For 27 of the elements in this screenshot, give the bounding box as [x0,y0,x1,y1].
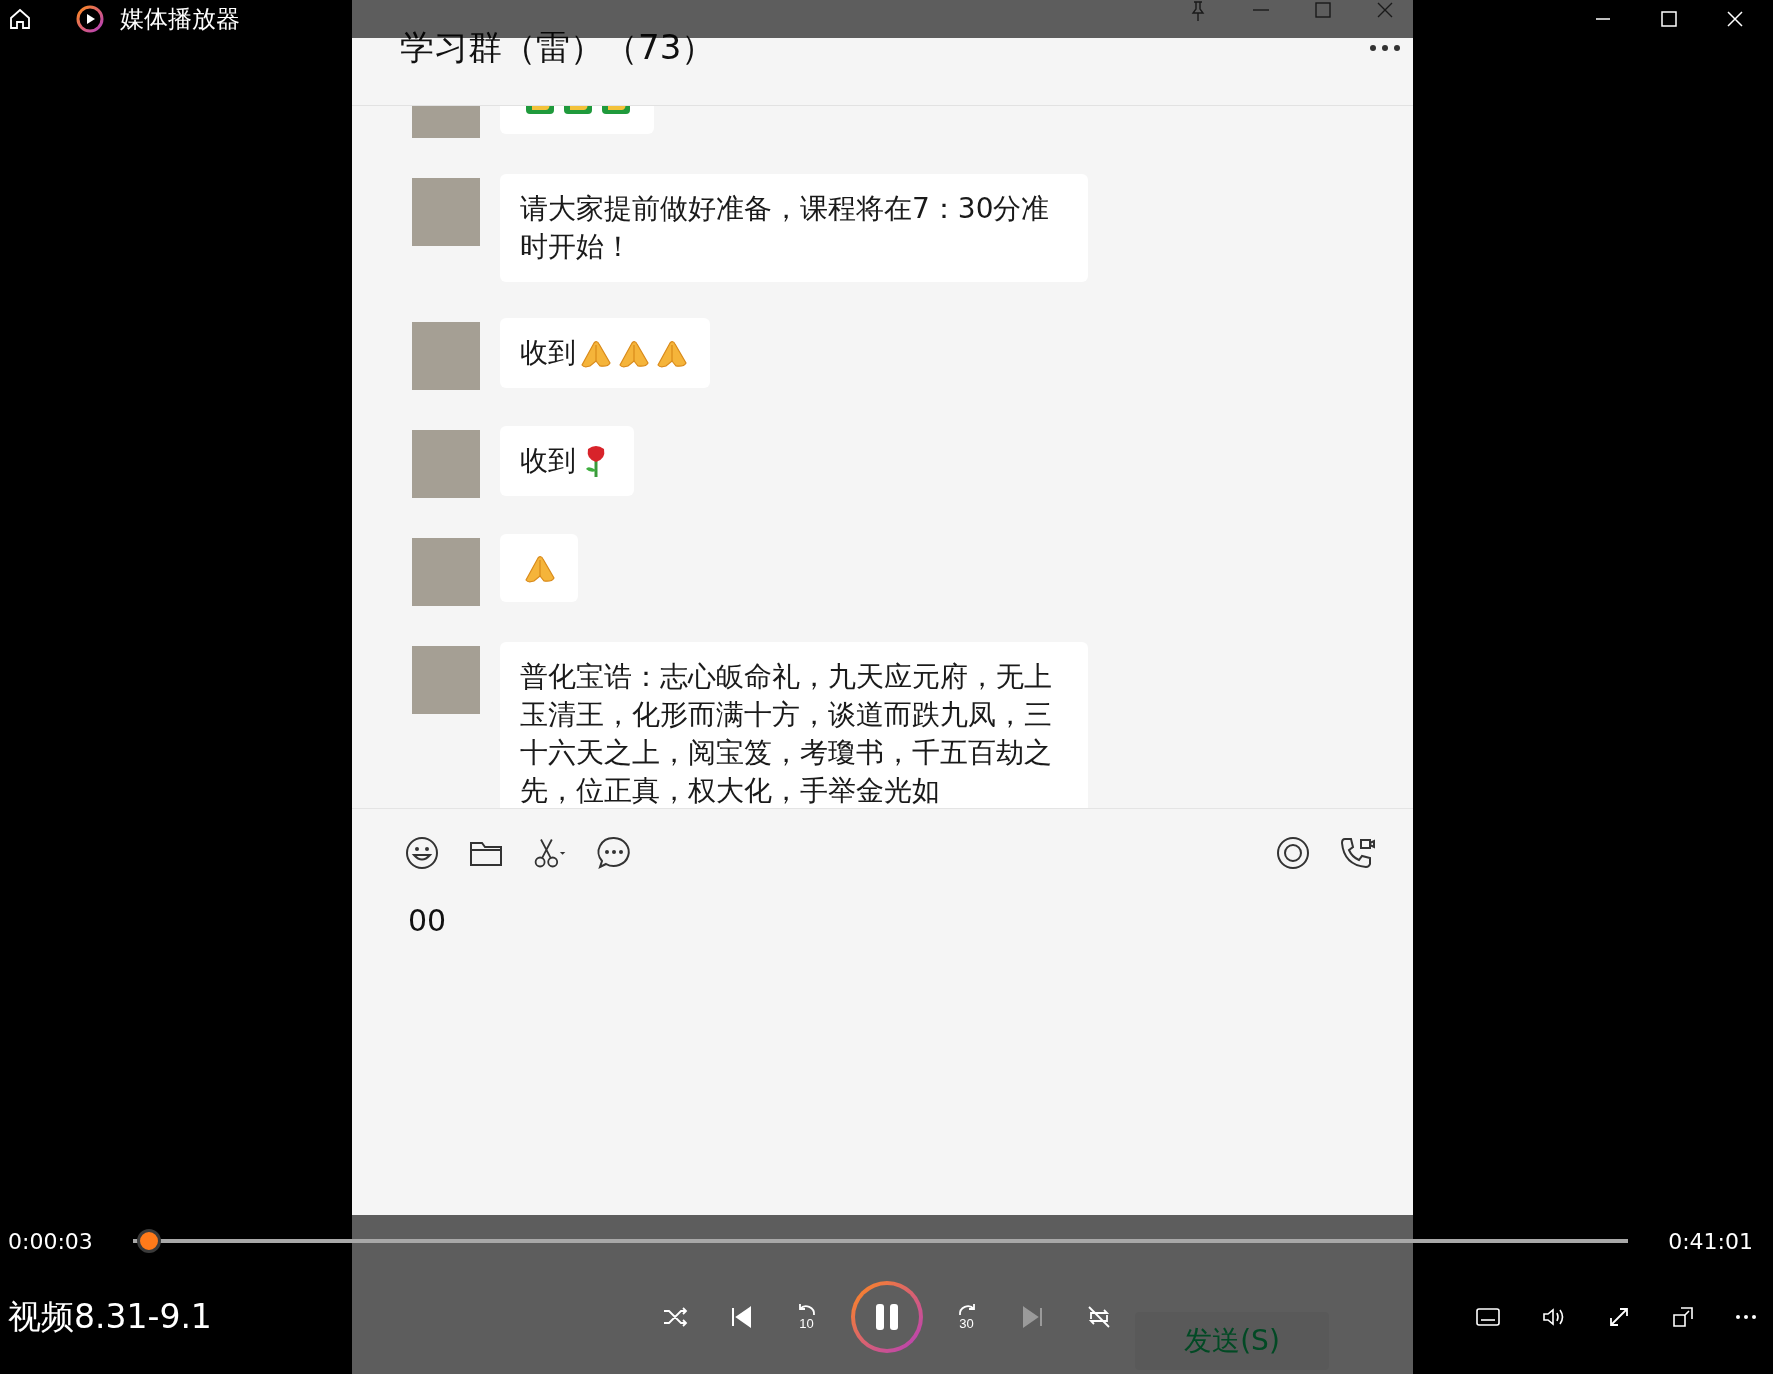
pause-icon [873,1302,900,1332]
duration-time: 0:41:01 [1668,1228,1753,1254]
rewind-button[interactable]: 10 [784,1295,829,1339]
close-icon[interactable] [1725,9,1745,29]
home-icon[interactable] [8,7,32,31]
elapsed-time: 0:00:03 [8,1228,93,1254]
maximize-icon[interactable] [1659,9,1679,29]
message-text: 普化宝诰：志心皈命礼，九天应元府，无上玉清王，化形而满十方，谈道而跌九凤，三十六天之上，阅宝笈，考瓊书，千五百劫之先，位正真，权大化，手举金光如 [520,659,1053,808]
mini-view-icon[interactable] [1671,1305,1695,1329]
chat-bubble-icon[interactable] [596,835,632,871]
message-text: 收到 [520,335,576,371]
message-text: 请大家提前做好准备，课程将在7：30分准时开始！ [520,191,1051,265]
smiley-icon[interactable] [404,835,440,871]
live-icon[interactable] [1275,835,1311,871]
play-logo-icon [76,5,104,33]
fullscreen-icon[interactable] [1607,1305,1631,1329]
message-input[interactable]: 00 [352,871,447,938]
video-title: 视频8.31-9.1 [8,1296,212,1336]
seek-handle[interactable] [136,1229,161,1253]
forward-button[interactable]: 30 [944,1295,989,1339]
more-icon[interactable] [1369,44,1401,52]
chat-title: 学习群（雷）（73） [400,26,716,69]
phone-icon[interactable] [1339,835,1375,871]
subtitles-icon[interactable] [1475,1306,1501,1328]
app-title: 媒体播放器 [120,4,240,35]
message-text: 收到 [520,443,576,479]
more-icon[interactable] [1735,1314,1757,1320]
